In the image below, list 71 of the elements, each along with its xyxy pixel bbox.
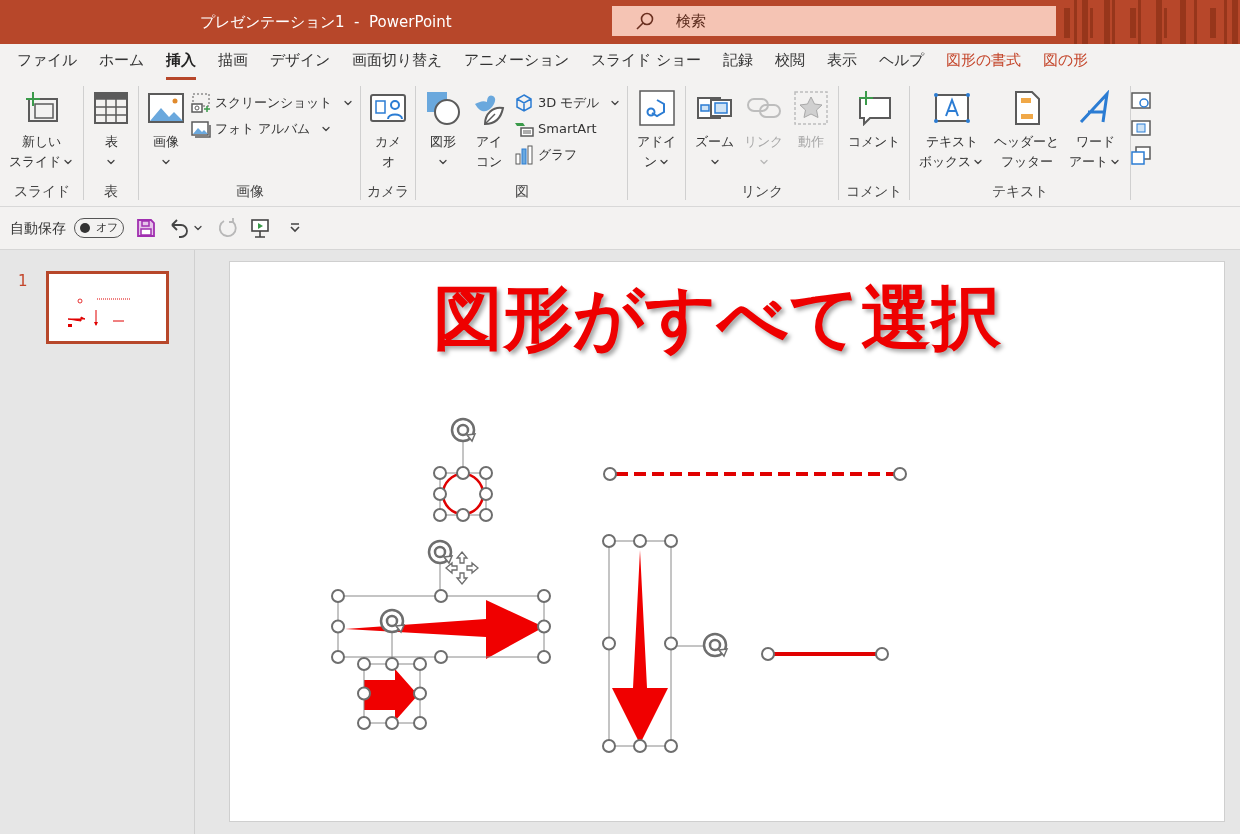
ribbon-button[interactable]: コメント [845, 86, 904, 182]
ribbon-tab[interactable]: 図の形 [1042, 48, 1088, 80]
ribbon-button[interactable]: ズーム [692, 86, 738, 182]
window-title: プレゼンテーション1 - PowerPoint [200, 11, 452, 33]
photo-album-icon [191, 119, 211, 139]
object-icon [1131, 146, 1152, 166]
ribbon-tab[interactable]: 画面切り替え [352, 48, 442, 80]
slide-thumbnail[interactable] [45, 271, 169, 344]
ribbon-button[interactable]: グラフ [514, 142, 622, 168]
ribbon-button[interactable]: テキスト ボックス [916, 86, 988, 182]
ribbon-button[interactable]: 画像 [145, 86, 187, 182]
group-label: リンク [741, 182, 784, 201]
block-arrow-shape[interactable] [357, 657, 427, 730]
picture-icon [148, 90, 184, 126]
slide-title[interactable]: 図形がすべて選択 [433, 272, 1001, 364]
group-label: コメント [846, 182, 903, 201]
ribbon-button[interactable]: アイ コン [468, 86, 510, 182]
bar-chart-icon [514, 145, 534, 165]
cube-icon [514, 93, 534, 113]
ribbon-tab[interactable]: 表示 [826, 48, 857, 80]
ribbon-tab[interactable]: デザイン [270, 48, 330, 80]
group-label: カメラ [367, 182, 409, 201]
arrow-shape[interactable] [602, 534, 678, 753]
screenshot-icon [191, 93, 211, 113]
ribbon-tab[interactable]: ファイル [17, 48, 77, 80]
autosave-label: 自動保存 [10, 218, 66, 238]
rotate-handle-icon[interactable] [427, 539, 454, 565]
ribbon-tab[interactable]: ヘルプ [878, 48, 924, 80]
group-label: 表 [104, 182, 118, 201]
add-in-icon [638, 90, 675, 126]
undo-icon[interactable] [168, 217, 190, 239]
search-icon [636, 12, 654, 30]
ribbon-button[interactable]: スクリーンショット [191, 90, 354, 116]
group-label: テキスト [992, 182, 1049, 201]
ribbon-tab[interactable]: 記録 [722, 48, 753, 80]
ribbon-button[interactable]: ヘッダーと フッター [991, 86, 1063, 182]
customize-caret-icon[interactable] [288, 221, 302, 235]
ribbon-button[interactable]: 新しい スライド [6, 86, 77, 182]
ribbon-tab[interactable]: ホーム [99, 48, 144, 80]
rotate-handle-icon[interactable] [450, 417, 477, 443]
presentation-icon[interactable] [250, 218, 270, 238]
table-icon [93, 90, 129, 126]
ribbon-button[interactable]: カメ オ [367, 86, 409, 182]
ribbon-tab[interactable]: アニメーション [464, 48, 569, 80]
ribbon-tab[interactable]: スライド ショー [591, 48, 701, 80]
group-label: 画像 [235, 182, 264, 201]
comment-icon [856, 90, 893, 126]
ribbon-tab[interactable]: 図形の書式 [945, 48, 1021, 80]
ribbon-button[interactable]: ワード アート [1066, 86, 1125, 182]
arrow-shape[interactable] [331, 589, 551, 664]
ribbon-tab[interactable]: 描画 [218, 48, 248, 80]
ribbon-button[interactable]: フォト アルバム [191, 116, 354, 142]
slide-number: 1 [18, 272, 28, 292]
group-label: 図 [514, 182, 529, 201]
shapes-icon [425, 90, 461, 126]
line-shape[interactable] [761, 647, 889, 661]
rotate-handle-icon[interactable] [702, 632, 729, 658]
move-cursor-icon [445, 551, 479, 585]
search-field[interactable]: 検索 [612, 6, 1056, 36]
ribbon-button[interactable]: SmartArt [514, 116, 622, 142]
circle-shape[interactable] [433, 466, 493, 522]
ribbon-button[interactable]: 表 [90, 86, 132, 182]
thumbnail-shapes-drawing [67, 298, 132, 327]
ribbon-tab[interactable]: 校閲 [774, 48, 805, 80]
ribbon-button[interactable]: アドイ ン [634, 86, 680, 182]
rotate-handle-icon[interactable] [379, 608, 406, 634]
dashed-line-shape[interactable] [603, 467, 907, 481]
ribbon-button[interactable]: 図形 [422, 86, 464, 182]
group-label: スライド [13, 182, 70, 201]
ribbon-button[interactable]: 3D モデル [514, 90, 622, 116]
save-icon[interactable] [136, 218, 156, 238]
